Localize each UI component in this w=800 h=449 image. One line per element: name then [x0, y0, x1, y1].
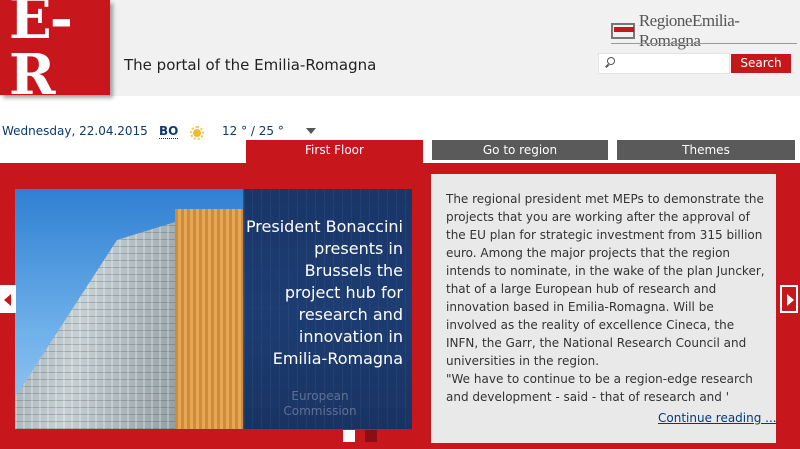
current-date: Wednesday, 22.04.2015 [2, 124, 148, 138]
previous-slide-button[interactable] [0, 285, 16, 313]
tab-themes[interactable]: Themes [617, 140, 795, 160]
region-mark-icon [611, 21, 637, 41]
sun-icon [190, 126, 204, 140]
region-brand-divider [611, 43, 797, 44]
continue-reading-link[interactable]: Continue reading ... [658, 411, 777, 425]
tab-go-to-region[interactable]: Go to region [432, 140, 608, 160]
temperature-range: 12 ° / 25 ° [222, 124, 284, 138]
article-text: The regional president met MEPs to demon… [446, 192, 765, 404]
region-brand-logo[interactable]: RegioneEmilia-Romagna [611, 11, 800, 50]
slide-dot-2[interactable] [365, 430, 377, 442]
weather-city-link[interactable]: BO [159, 124, 179, 139]
site-header: E-R The portal of the Emilia-Romagna Reg… [0, 0, 800, 103]
search-box [598, 53, 730, 74]
er-logo[interactable]: E-R [0, 0, 110, 103]
info-bar: Wednesday, 22.04.2015 BO 12 ° / 25 ° [0, 120, 330, 142]
search-input[interactable] [619, 54, 727, 73]
slide-dot-1[interactable] [343, 430, 355, 442]
next-slide-button[interactable] [780, 285, 798, 313]
slide-dots [343, 430, 377, 442]
logo-inner: E-R [9, 0, 101, 103]
tab-first-floor[interactable]: First Floor [246, 140, 423, 164]
portal-title: The portal of the Emilia-Romagna [124, 56, 377, 74]
search-button[interactable]: Search [731, 54, 791, 73]
region-brand-name: RegioneEmilia-Romagna [638, 11, 740, 50]
logo-text: E-R [9, 0, 73, 108]
search-icon [605, 57, 615, 68]
slide-caption[interactable]: President Bonaccini presents in Brussels… [245, 216, 403, 370]
weather-dropdown-icon[interactable] [306, 128, 316, 134]
